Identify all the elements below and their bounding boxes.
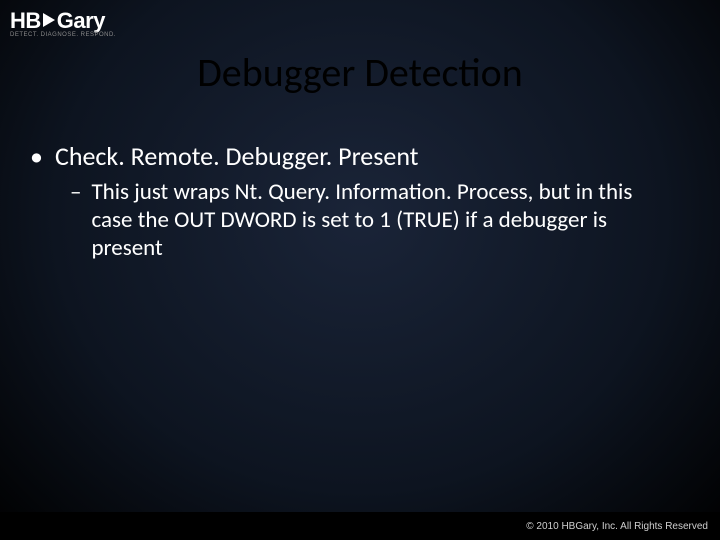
bullet-level-2: – This just wraps Nt. Query. Information… [70,178,690,262]
bullet-text: This just wraps Nt. Query. Information. … [91,178,651,262]
copyright-footer: © 2010 HBGary, Inc. All Rights Reserved [526,521,708,532]
bullet-marker: – [70,178,81,206]
logo-text-gary: Gary [57,8,105,34]
logo-tagline: DETECT. DIAGNOSE. RESPOND. [10,32,116,38]
bullet-text: Check. Remote. Debugger. Present [55,140,419,172]
logo-main: HB Gary [10,8,105,34]
bullet-level-1: • Check. Remote. Debugger. Present [30,140,690,172]
play-arrow-icon [42,8,56,34]
logo: HB Gary DETECT. DIAGNOSE. RESPOND. [10,8,116,38]
bullet-marker: • [30,140,43,172]
slide-title: Debugger Detection [0,48,720,97]
logo-text-hb: HB [10,8,41,34]
slide-content: • Check. Remote. Debugger. Present – Thi… [30,140,690,262]
